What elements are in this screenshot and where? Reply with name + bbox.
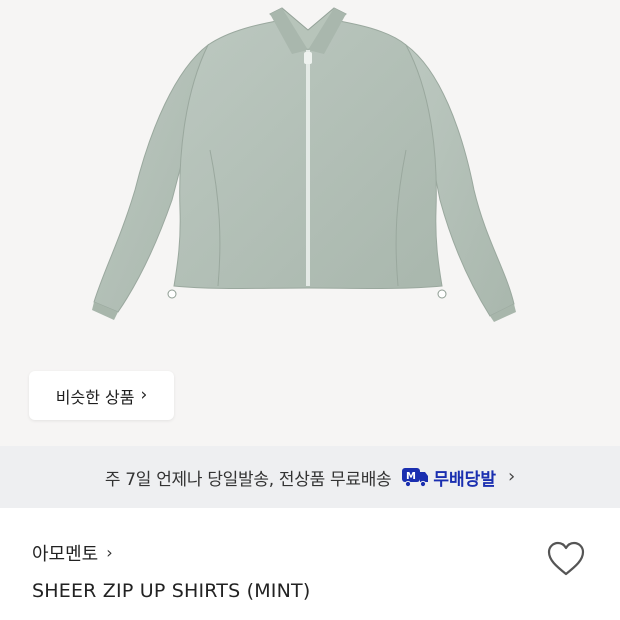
brand-link[interactable]: 아모멘토 › — [32, 540, 113, 566]
brand-name: 아모멘토 — [32, 544, 99, 565]
truck-m-icon: M — [401, 466, 429, 488]
svg-text:M: M — [406, 471, 416, 482]
similar-products-label: 비슷한 상품 — [55, 387, 135, 407]
similar-products-button[interactable]: 비슷한 상품 › — [29, 371, 174, 420]
delivery-brand: 무배당발 — [433, 469, 496, 490]
heart-icon[interactable] — [546, 541, 586, 577]
chevron-right-icon: › — [106, 543, 113, 562]
chevron-right-icon: › — [140, 385, 148, 405]
delivery-text: 주 7일 언제나 당일발송, 전상품 무료배송 — [104, 469, 392, 490]
delivery-banner[interactable]: 주 7일 언제나 당일발송, 전상품 무료배송 M 무배당발 › — [0, 446, 620, 508]
product-image[interactable]: 비슷한 상품 › — [0, 0, 620, 446]
product-title: SHEER ZIP UP SHIRTS (MINT) — [32, 580, 311, 602]
chevron-right-icon: › — [507, 466, 516, 487]
